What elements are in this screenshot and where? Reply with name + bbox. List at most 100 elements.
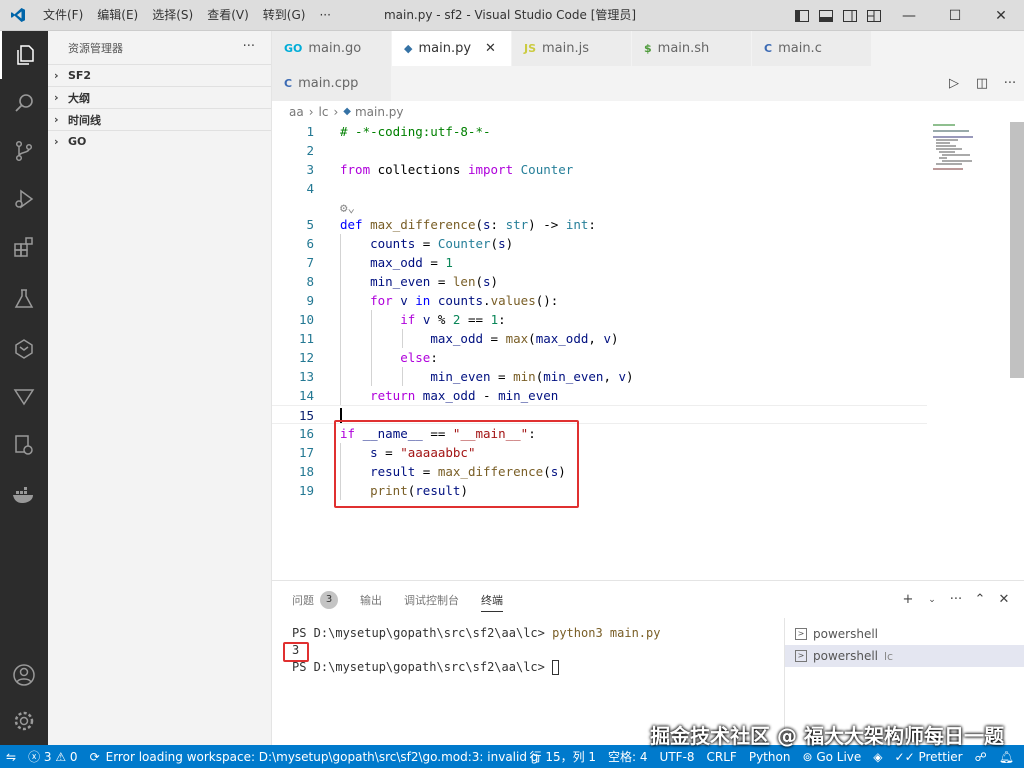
filter-icon[interactable] <box>0 373 48 421</box>
breadcrumb-item[interactable]: main.py <box>355 105 404 119</box>
section-label: GO <box>68 135 87 148</box>
testing-flask-icon[interactable] <box>0 275 48 323</box>
chevron-right-icon: › <box>54 69 59 82</box>
terminal-item[interactable]: > powershell <box>785 623 1024 645</box>
editor-tabs: GO main.go ◆ main.py ✕ JS main.js $ main.sh C… <box>272 31 1024 101</box>
remote-indicator-icon[interactable]: ⇋ <box>0 750 22 764</box>
panel-more-icon[interactable]: ··· <box>944 592 968 607</box>
encoding[interactable]: UTF-8 <box>654 750 701 764</box>
terminal-prompt: PS D:\mysetup\gopath\src\sf2\aa\lc> <box>292 626 553 640</box>
sidebar-more-icon[interactable]: ··· <box>243 39 255 54</box>
line-number: 18 <box>298 464 314 479</box>
section-timeline[interactable]: › 时间线 <box>48 108 271 130</box>
copilot-icon[interactable] <box>0 325 48 373</box>
tab-main-js[interactable]: JS main.js <box>512 31 632 66</box>
tab-main-py[interactable]: ◆ main.py ✕ <box>392 31 512 66</box>
search-icon[interactable] <box>0 79 48 127</box>
breadcrumb-item[interactable]: lc <box>319 105 329 119</box>
terminal-icon: > <box>795 628 807 640</box>
status-message[interactable]: Error loading workspace: D:\mysetup\gopa… <box>106 750 545 764</box>
terminal-cwd: lc <box>884 649 894 663</box>
tab-main-sh[interactable]: $ main.sh <box>632 31 752 66</box>
copilot-status-icon[interactable]: ◈ <box>867 750 888 764</box>
problems-status[interactable]: ⓧ 3 ⚠ 0 <box>22 748 84 765</box>
menu-file[interactable]: 文件(F) <box>36 0 90 31</box>
chevron-down-icon[interactable]: ⌄ <box>920 595 944 605</box>
toggle-secondary-sidebar-icon[interactable] <box>838 0 862 31</box>
prettier-button[interactable]: ✓✓ Prettier <box>889 750 969 764</box>
window-title: main.py - sf2 - Visual Studio Code [管理员] <box>383 7 637 22</box>
terminal-item[interactable]: > powershell lc <box>785 645 1024 667</box>
toggle-sidebar-icon[interactable] <box>790 0 814 31</box>
code-line: return max_odd - min_even <box>370 388 559 403</box>
docker-icon[interactable] <box>0 471 48 519</box>
split-editor-icon[interactable]: ◫ <box>968 66 996 101</box>
language-mode[interactable]: Python <box>743 750 797 764</box>
line-number: 16 <box>298 426 314 441</box>
menu-view[interactable]: 查看(V) <box>200 0 256 31</box>
menu-go[interactable]: 转到(G) <box>256 0 313 31</box>
maximize-button[interactable]: ☐ <box>932 0 978 31</box>
toggle-panel-icon[interactable] <box>814 0 838 31</box>
python-file-icon: ◆ <box>343 106 351 117</box>
menu-bar: 文件(F) 编辑(E) 选择(S) 查看(V) 转到(G) ··· <box>36 0 338 31</box>
menu-selection[interactable]: 选择(S) <box>145 0 200 31</box>
minimap[interactable] <box>928 122 1010 580</box>
chevron-right-icon: › <box>333 104 339 119</box>
code-line: from collections import Counter <box>340 162 574 177</box>
line-number: 14 <box>298 388 314 403</box>
new-terminal-icon[interactable]: + <box>896 592 920 607</box>
indentation[interactable]: 空格: 4 <box>602 748 654 765</box>
go-live-button[interactable]: ⊚ Go Live <box>796 750 867 764</box>
settings-gear-icon[interactable] <box>0 697 48 745</box>
tab-label: main.go <box>308 41 362 56</box>
section-sf2[interactable]: › SF2 <box>48 64 271 86</box>
editor-scrollbar[interactable] <box>1010 122 1024 378</box>
extensions-icon[interactable] <box>0 223 48 271</box>
terminal-command: python3 main.py <box>552 626 661 640</box>
section-outline[interactable]: › 大纲 <box>48 86 271 108</box>
line-number: 2 <box>306 143 314 158</box>
account-icon[interactable] <box>0 651 48 699</box>
minimize-button[interactable]: — <box>886 0 932 31</box>
tab-problems[interactable]: 问题 3 <box>292 590 338 609</box>
close-panel-icon[interactable]: ✕ <box>992 592 1016 607</box>
remote-explorer-icon[interactable] <box>0 421 48 469</box>
breadcrumb-item[interactable]: aa <box>289 105 304 119</box>
source-control-icon[interactable] <box>0 127 48 175</box>
terminal-output[interactable]: PS D:\mysetup\gopath\src\sf2\aa\lc> pyth… <box>292 625 660 676</box>
notifications-bell-icon[interactable]: 🔔︎ <box>993 750 1020 764</box>
editor-more-icon[interactable]: ··· <box>996 66 1024 101</box>
tab-debug-console[interactable]: 调试控制台 <box>404 592 459 608</box>
chevron-right-icon: › <box>54 91 59 104</box>
customize-layout-icon[interactable] <box>862 0 886 31</box>
tab-main-go[interactable]: GO main.go <box>272 31 392 66</box>
feedback-icon[interactable]: ☍ <box>969 750 993 764</box>
tab-main-c[interactable]: Cmain.c <box>752 31 872 66</box>
section-go[interactable]: › GO <box>48 130 271 152</box>
terminal-name: powershell <box>813 627 878 641</box>
terminal-name: powershell <box>813 649 878 663</box>
explorer-icon[interactable] <box>0 31 48 79</box>
line-number: 9 <box>306 293 314 308</box>
terminal-cursor <box>552 660 560 675</box>
end-of-line[interactable]: CRLF <box>701 750 743 764</box>
activity-bar <box>0 31 48 745</box>
code-line: if v % 2 == 1: <box>400 312 506 327</box>
close-window-button[interactable]: ✕ <box>978 0 1024 31</box>
go-live-label: Go Live <box>816 749 862 764</box>
line-number: 7 <box>306 255 314 270</box>
close-tab-icon[interactable]: ✕ <box>485 41 496 56</box>
run-file-icon[interactable]: ▷ <box>940 66 968 101</box>
tab-main-cpp[interactable]: Cmain.cpp <box>272 66 392 101</box>
tab-label: main.cpp <box>298 76 359 91</box>
cursor-position[interactable]: 行 15，列 1 <box>524 748 603 765</box>
menu-edit[interactable]: 编辑(E) <box>90 0 145 31</box>
maximize-panel-icon[interactable]: ⌃ <box>968 592 992 607</box>
prettier-label: Prettier <box>918 749 963 764</box>
tab-terminal[interactable]: 终端 <box>481 592 503 612</box>
sync-icon[interactable]: ⟳ <box>84 750 106 764</box>
run-debug-icon[interactable] <box>0 175 48 223</box>
tab-output[interactable]: 输出 <box>360 592 382 608</box>
code-editor[interactable]: 1 # -*-coding:utf-8-*- 2 3 from collection… <box>272 122 1024 580</box>
